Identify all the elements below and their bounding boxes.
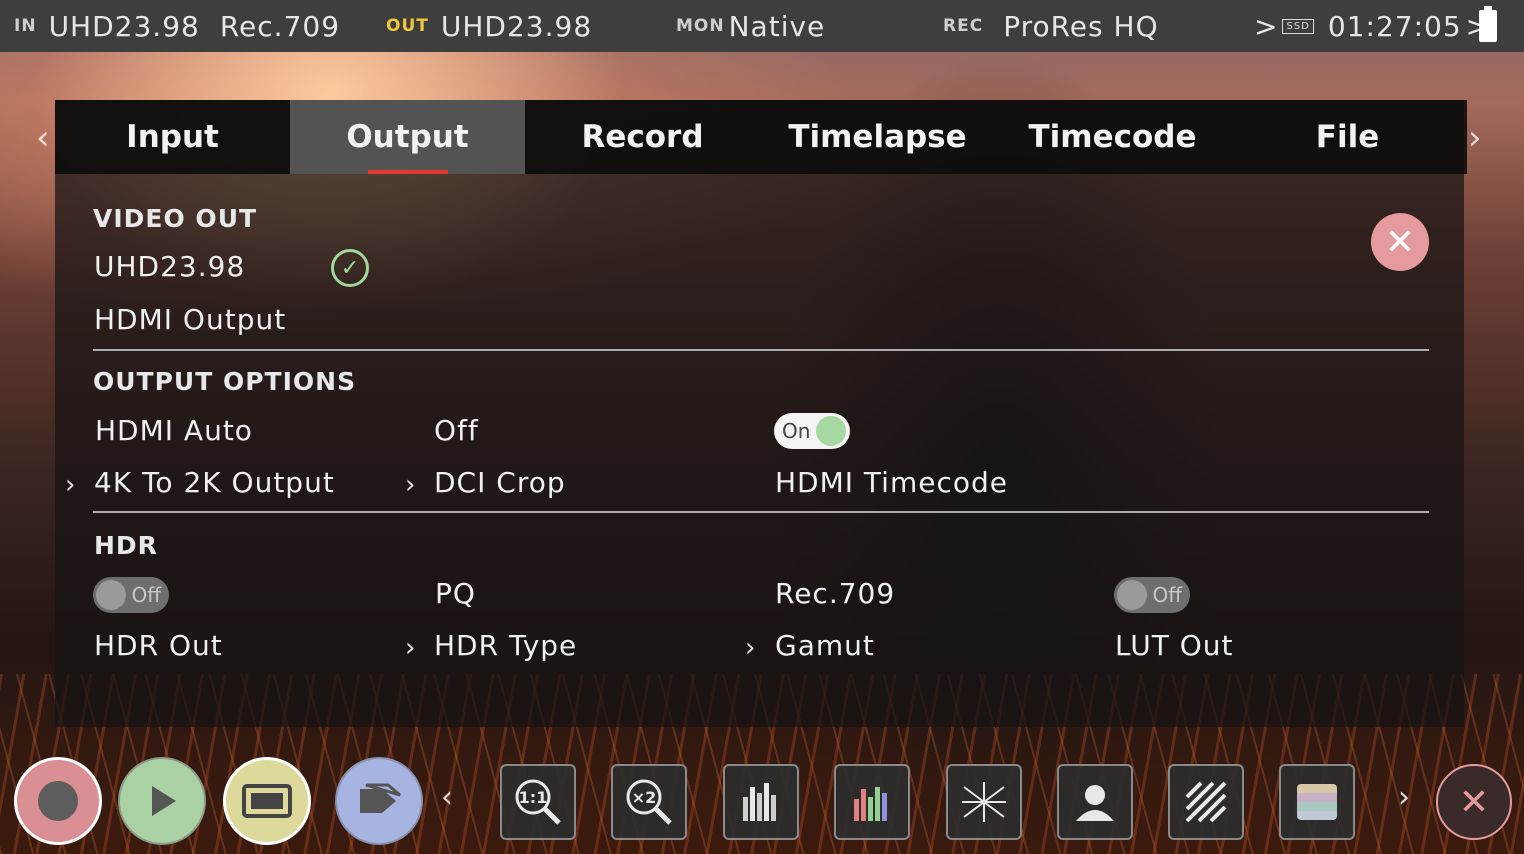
timecode-display: 01:27:05 bbox=[1327, 9, 1462, 43]
tag-button[interactable] bbox=[335, 757, 423, 845]
dci-crop-value[interactable]: Off bbox=[434, 414, 479, 447]
zoom-1-1-button[interactable]: 1:1 bbox=[500, 764, 576, 840]
chevron-right-icon: › bbox=[405, 470, 416, 500]
chevron-right-icon: › bbox=[405, 633, 416, 663]
close-panel-icon[interactable]: ✕ bbox=[1371, 213, 1429, 271]
zoom-1-1-text: 1:1 bbox=[519, 788, 548, 807]
hdr-type-label[interactable]: HDR Type bbox=[434, 629, 577, 662]
hdmi-timecode-toggle[interactable]: On bbox=[774, 413, 850, 449]
monitor-mode: Native bbox=[728, 9, 826, 43]
lut-out-toggle[interactable]: Off bbox=[1114, 577, 1190, 613]
out-tag: OUT bbox=[386, 16, 429, 36]
toggle-state: Off bbox=[131, 583, 161, 607]
waveform-button[interactable] bbox=[723, 764, 799, 840]
hdmi-timecode-label: HDMI Timecode bbox=[775, 466, 1008, 499]
mon-tag: MON bbox=[676, 16, 725, 36]
media-timecode-status[interactable]: > SSD 01:27:05 > bbox=[1254, 0, 1490, 52]
hdmi-auto-value[interactable]: HDMI Auto bbox=[95, 414, 253, 447]
output-format: UHD23.98 bbox=[440, 9, 593, 43]
monitor-mode-button[interactable] bbox=[223, 757, 311, 845]
4k-to-2k-output-label[interactable]: 4K To 2K Output bbox=[94, 466, 335, 499]
toggle-knob bbox=[816, 416, 846, 446]
gamut-value[interactable]: Rec.709 bbox=[775, 577, 895, 610]
in-tag: IN bbox=[14, 16, 37, 36]
toolbar-left-arrow-icon[interactable]: ‹ bbox=[441, 780, 453, 815]
tab-input[interactable]: Input bbox=[55, 100, 290, 174]
record-status[interactable]: REC ProRes HQ bbox=[943, 0, 1159, 52]
input-format: UHD23.98 bbox=[48, 9, 200, 43]
input-gamut: Rec.709 bbox=[219, 9, 341, 43]
toggle-state: On bbox=[782, 419, 811, 443]
toggle-knob bbox=[96, 580, 126, 610]
rgb-parade-button[interactable] bbox=[834, 764, 910, 840]
hdmi-output-label: HDMI Output bbox=[94, 303, 287, 336]
tab-timecode[interactable]: Timecode bbox=[995, 100, 1230, 174]
rgb-parade-icon bbox=[854, 787, 887, 821]
next-menu-arrow-icon[interactable]: › bbox=[1468, 118, 1482, 158]
check-icon: ✓ bbox=[331, 249, 369, 287]
vectorscope-icon bbox=[962, 782, 1006, 822]
battery-status bbox=[1479, 0, 1497, 52]
gamut-label[interactable]: Gamut bbox=[775, 629, 875, 662]
record-codec: ProRes HQ bbox=[1003, 9, 1159, 43]
tab-output[interactable]: Output bbox=[290, 100, 525, 174]
zoom-x2-icon: ×2 bbox=[626, 779, 672, 825]
divider bbox=[93, 349, 1429, 351]
rec-tag: REC bbox=[943, 16, 984, 36]
record-button[interactable] bbox=[14, 757, 102, 845]
close-toolbar-button[interactable]: ✕ bbox=[1436, 764, 1512, 840]
output-options-heading: OUTPUT OPTIONS bbox=[93, 367, 357, 396]
lut-out-label: LUT Out bbox=[1115, 629, 1234, 662]
hdr-out-toggle[interactable]: Off bbox=[93, 577, 169, 613]
lut-button[interactable] bbox=[1279, 764, 1355, 840]
toggle-state: Off bbox=[1152, 583, 1182, 607]
status-bar: IN UHD23.98 Rec.709 OUT UHD23.98 MON Nat… bbox=[0, 0, 1524, 52]
waveform-icon bbox=[743, 783, 776, 821]
chevron-right-icon: › bbox=[65, 470, 76, 500]
zoom-1-1-icon: 1:1 bbox=[515, 779, 561, 825]
hdr-heading: HDR bbox=[94, 531, 158, 560]
zebra-icon bbox=[1185, 781, 1227, 823]
tab-record[interactable]: Record bbox=[525, 100, 760, 174]
menu-tabs: Input Output Record Timelapse Timecode F… bbox=[55, 100, 1467, 174]
video-out-format: UHD23.98 bbox=[94, 250, 246, 283]
zoom-x2-text: ×2 bbox=[632, 788, 657, 807]
zebra-button[interactable] bbox=[1168, 764, 1244, 840]
hdr-out-label: HDR Out bbox=[94, 629, 223, 662]
play-icon bbox=[152, 786, 176, 816]
dci-crop-label[interactable]: DCI Crop bbox=[434, 466, 566, 499]
toolbar-right-arrow-icon[interactable]: › bbox=[1398, 780, 1410, 815]
input-status[interactable]: IN UHD23.98 Rec.709 bbox=[14, 0, 340, 52]
video-out-heading: VIDEO OUT bbox=[93, 204, 258, 233]
output-settings-panel: Input Output Record Timelapse Timecode F… bbox=[55, 100, 1467, 727]
chevron-right-icon: › bbox=[745, 633, 756, 663]
record-icon bbox=[38, 781, 78, 821]
false-color-button[interactable] bbox=[1057, 764, 1133, 840]
media-chevron-icon: > bbox=[1254, 9, 1279, 43]
tag-icon bbox=[360, 783, 401, 813]
tab-file[interactable]: File bbox=[1230, 100, 1465, 174]
prev-menu-arrow-icon[interactable]: ‹ bbox=[36, 118, 50, 158]
monitor-status[interactable]: MON Native bbox=[676, 0, 825, 52]
zoom-x2-button[interactable]: ×2 bbox=[611, 764, 687, 840]
toggle-knob bbox=[1117, 580, 1147, 610]
divider bbox=[93, 511, 1429, 513]
play-button[interactable] bbox=[118, 757, 206, 845]
frame-icon bbox=[242, 784, 292, 818]
color-bars-icon bbox=[1297, 784, 1337, 820]
person-icon bbox=[1076, 785, 1114, 821]
vectorscope-button[interactable] bbox=[946, 764, 1022, 840]
battery-icon bbox=[1479, 6, 1497, 42]
output-status[interactable]: OUT UHD23.98 bbox=[386, 0, 592, 52]
ssd-icon: SSD bbox=[1282, 18, 1314, 34]
tab-timelapse[interactable]: Timelapse bbox=[760, 100, 995, 174]
hdr-type-value[interactable]: PQ bbox=[435, 577, 476, 610]
